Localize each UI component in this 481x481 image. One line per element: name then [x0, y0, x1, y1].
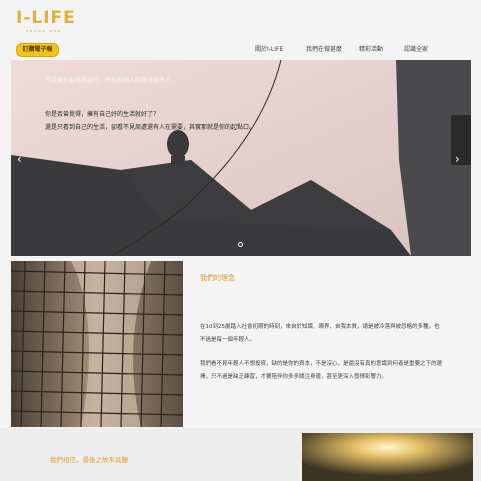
about-image [11, 261, 183, 427]
nav-item-about[interactable]: 關於I-LIFE [255, 44, 283, 53]
nav-item-what-we-do[interactable]: 我們在做甚麼 [306, 44, 342, 53]
about-paragraph: 在10到25歲踏入社會初期的時刻，來自於知識、眼界、自我本質，總是被冷落與被忽略… [200, 324, 440, 330]
hero-text-line: 你是否曾覺得，擁有自己好的生活就好了？ [45, 111, 160, 118]
about-paragraph: 擇，只不過是缺乏練習，才要陪伴你多多關注身邊，甚至更深入發揮影響力。 [200, 374, 388, 380]
next-arrow-icon[interactable]: › [455, 152, 460, 166]
logo[interactable]: I-LIFE EBOOK WEB [16, 9, 76, 33]
carousel-dot[interactable] [238, 242, 243, 247]
hero-image [11, 60, 471, 256]
about-paragraph: 我們看不見年輕人不想投資，缺的是你的資本，不是沒心，是還沒有真的意識到何者是重要… [200, 361, 443, 367]
about-title: 我們的理念 [200, 274, 235, 282]
logo-subtitle: EBOOK WEB [26, 29, 63, 33]
nav-item-family[interactable]: 認識全家 [404, 44, 428, 53]
hero-title: 不是擁有最棒的身分，才能對他人說教付出大人 [45, 77, 172, 84]
about-paragraph: 不過是每一個年輕人。 [200, 337, 256, 343]
hero-carousel: 不是擁有最棒的身分，才能對他人說教付出大人 你是否曾覺得，擁有自己好的生活就好了… [11, 60, 471, 256]
prev-arrow-icon[interactable]: ‹ [17, 152, 22, 166]
bottom-image [302, 433, 473, 481]
hero-text-line: 還是只看到自己的生活，卻看不見周遭還有人在需要，其實那就是你的起點口。 [45, 124, 256, 131]
nav-item-events[interactable]: 精彩活動 [359, 44, 383, 53]
subscribe-ebook-button[interactable]: 訂購電子報 [16, 43, 59, 57]
bottom-heading: 我們相信，最後之故來具體 [50, 456, 128, 464]
page: I-LIFE EBOOK WEB 訂購電子報 關於I-LIFE 我們在做甚麼 精… [0, 0, 481, 481]
logo-text: I-LIFE [16, 8, 76, 28]
